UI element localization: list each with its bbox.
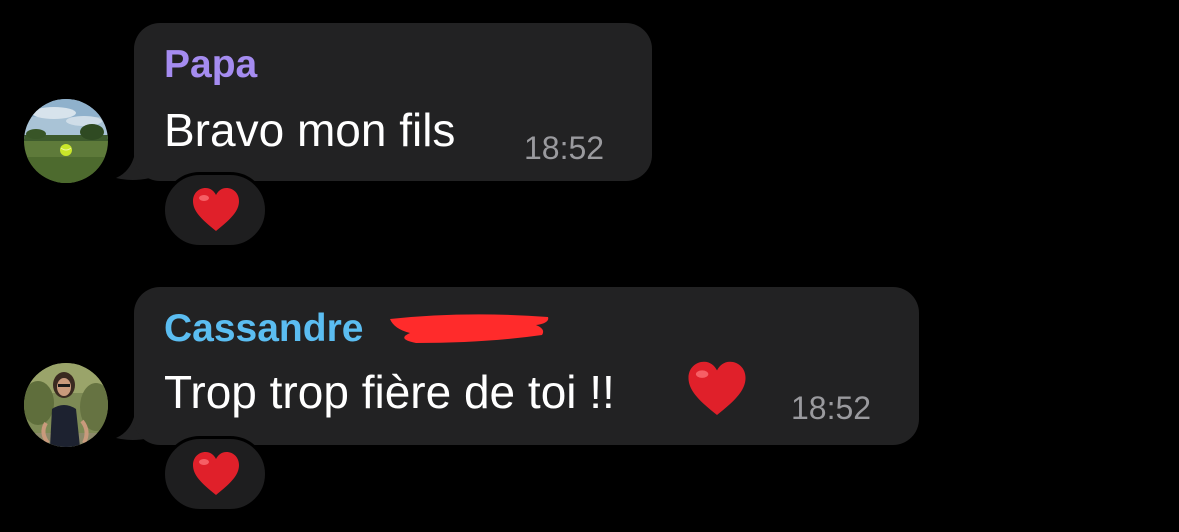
message-time: 18:52 bbox=[524, 130, 605, 166]
red-heart-icon bbox=[193, 188, 239, 231]
red-heart-icon bbox=[193, 452, 239, 495]
message-papa[interactable]: Papa Bravo mon fils 18:52 bbox=[0, 0, 1179, 260]
message-text: Bravo mon fils bbox=[164, 104, 456, 156]
message-cassandre[interactable]: Cassandre Trop trop fière de toi !! 18:5… bbox=[0, 260, 1179, 532]
reaction-badge[interactable] bbox=[162, 172, 268, 248]
message-bubble-cassandre[interactable]: Cassandre Trop trop fière de toi !! 18:5… bbox=[134, 287, 919, 445]
avatar-cassandre[interactable] bbox=[24, 363, 108, 447]
chat-screen: { "messages": [ { "sender": "Papa", "sen… bbox=[0, 0, 1179, 532]
message-time: 18:52 bbox=[791, 390, 872, 426]
landscape-photo-avatar bbox=[24, 99, 108, 183]
portrait-photo-avatar bbox=[24, 363, 108, 447]
red-heart-icon bbox=[688, 361, 746, 416]
message-bubble-papa[interactable]: Papa Bravo mon fils 18:52 bbox=[134, 23, 652, 181]
sender-name[interactable]: Papa bbox=[164, 43, 257, 87]
message-text: Trop trop fière de toi !! bbox=[164, 366, 615, 418]
sender-name[interactable]: Cassandre bbox=[164, 307, 363, 351]
redaction-scribble bbox=[390, 314, 549, 343]
reaction-badge[interactable] bbox=[162, 436, 268, 512]
avatar-papa[interactable] bbox=[24, 99, 108, 183]
